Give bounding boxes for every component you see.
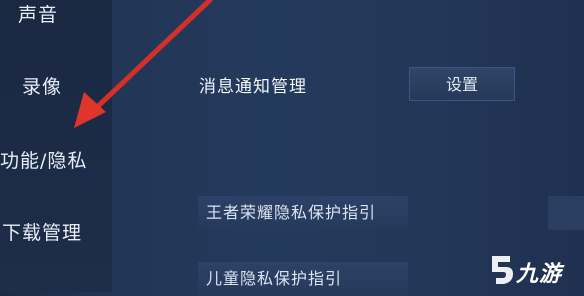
arrow-head (74, 92, 106, 128)
arrow-shaft (91, 0, 213, 113)
red-arrow-annotation (74, 0, 213, 128)
watermark-text: 九游 (516, 262, 563, 287)
watermark-logo: 九游 (486, 252, 580, 288)
nine-game-logo-icon (492, 256, 513, 284)
